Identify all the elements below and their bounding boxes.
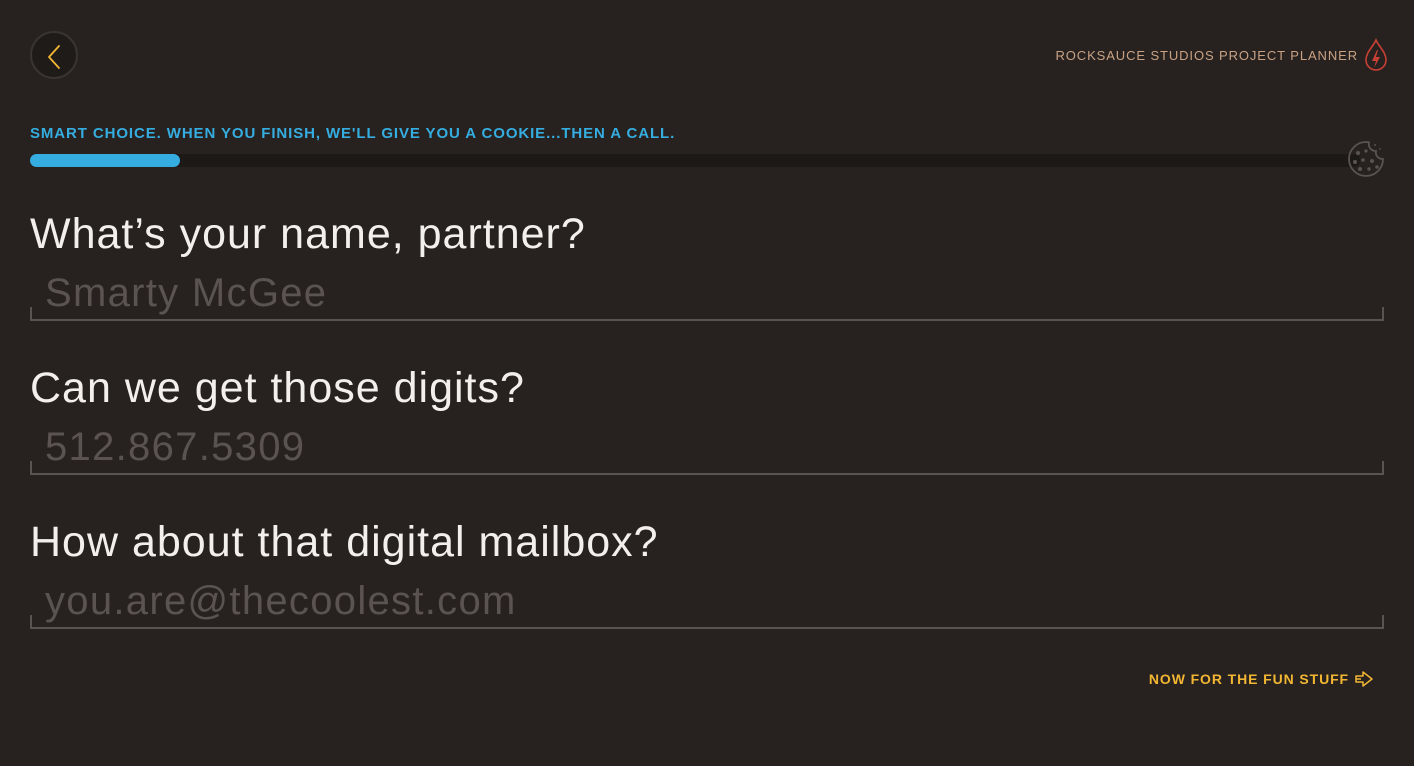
cookie-icon [1348, 141, 1384, 177]
phone-question: Can we get those digits? [30, 364, 1384, 475]
name-input[interactable] [45, 267, 1365, 319]
progress-message: SMART CHOICE. WHEN YOU FINISH, WE'LL GIV… [30, 125, 676, 142]
email-question: How about that digital mailbox? [30, 518, 1384, 629]
name-question: What’s your name, partner? [30, 210, 1384, 321]
phone-question-label: Can we get those digits? [30, 364, 525, 412]
brand-title: ROCKSAUCE STUDIOS PROJECT PLANNER [1055, 47, 1358, 63]
arrow-right-icon [1355, 671, 1373, 687]
next-step-label: NOW FOR THE FUN STUFF [1148, 671, 1349, 687]
email-input[interactable] [45, 575, 1365, 627]
brand-header: ROCKSAUCE STUDIOS PROJECT PLANNER [1055, 38, 1388, 72]
flame-bolt-icon [1365, 38, 1387, 71]
chevron-left-icon [48, 45, 60, 69]
next-step-button[interactable]: NOW FOR THE FUN STUFF [1149, 670, 1374, 688]
phone-field-wrapper [30, 421, 1384, 475]
project-planner-page: ROCKSAUCE STUDIOS PROJECT PLANNER SMART … [0, 0, 1414, 766]
email-field-wrapper [30, 575, 1384, 629]
email-question-label: How about that digital mailbox? [30, 518, 659, 566]
name-question-label: What’s your name, partner? [30, 210, 586, 258]
phone-input[interactable] [45, 421, 1365, 473]
name-field-wrapper [30, 267, 1384, 321]
progress-bar [30, 154, 1360, 167]
progress-fill [30, 154, 181, 167]
back-button[interactable] [30, 31, 78, 79]
